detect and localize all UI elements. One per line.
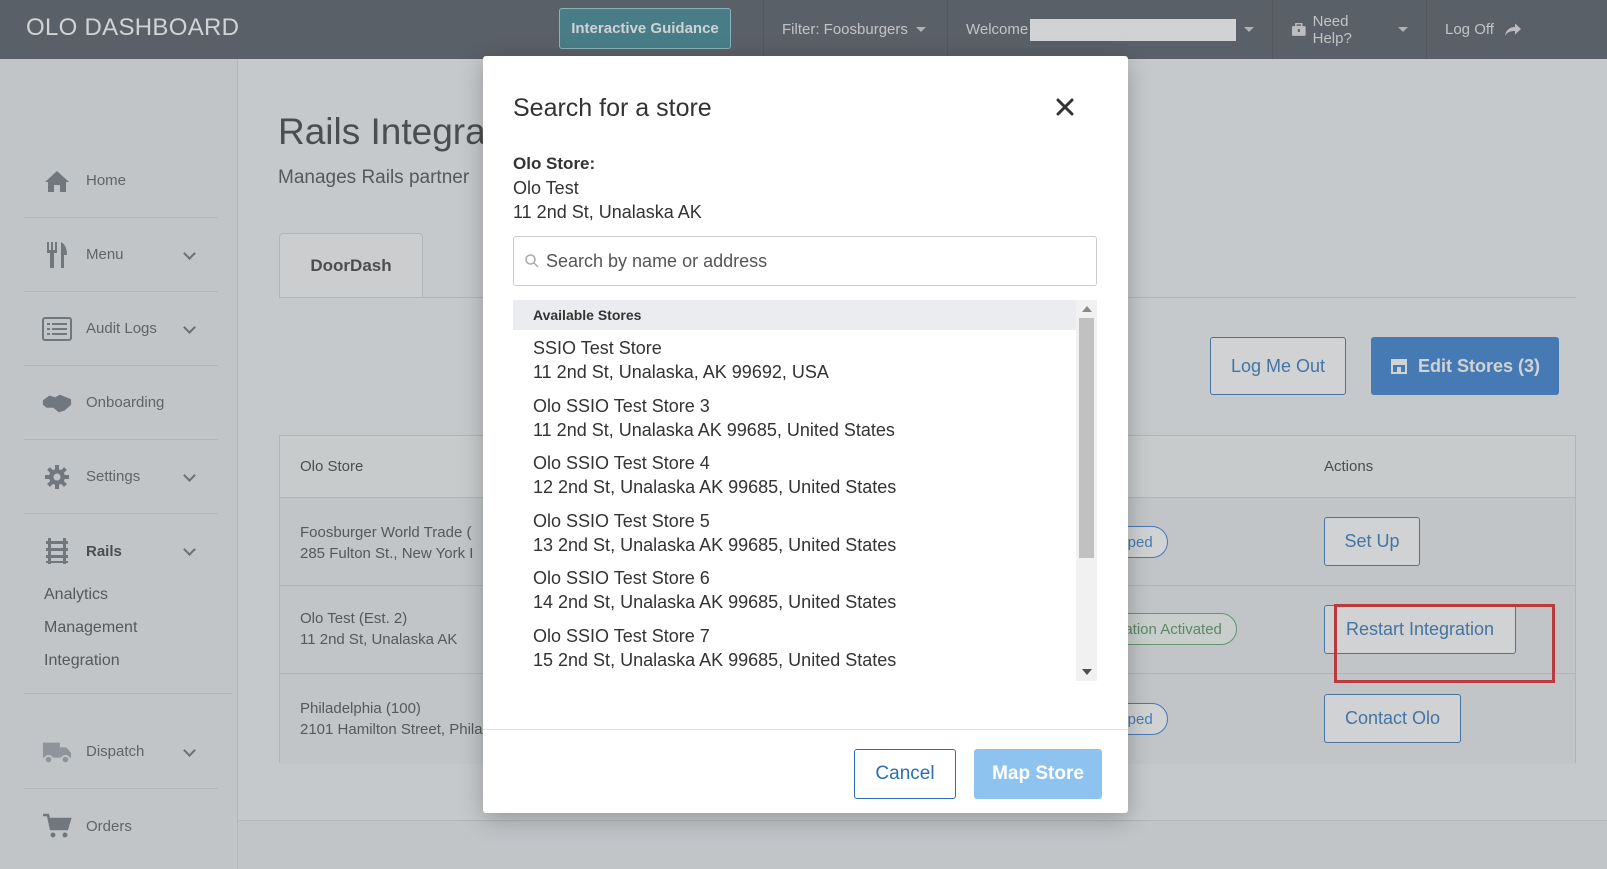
option-name: SSIO Test Store	[533, 338, 662, 358]
store-search-box[interactable]	[513, 236, 1097, 286]
available-stores-list[interactable]: Available Stores SSIO Test Store 11 2nd …	[513, 300, 1097, 681]
list-item[interactable]: Olo SSIO Test Store 4 12 2nd St, Unalask…	[533, 451, 896, 499]
list-item[interactable]: Olo SSIO Test Store 6 14 2nd St, Unalask…	[533, 566, 896, 614]
option-address: 12 2nd St, Unalaska AK 99685, United Sta…	[533, 477, 897, 497]
search-input[interactable]	[546, 250, 1076, 272]
list-header: Available Stores	[513, 300, 1076, 330]
option-address: 13 2nd St, Unalaska AK 99685, United Sta…	[533, 535, 897, 555]
list-item[interactable]: SSIO Test Store 11 2nd St, Unalaska, AK …	[533, 336, 829, 384]
option-name: Olo SSIO Test Store 5	[533, 511, 710, 531]
option-address: 15 2nd St, Unalaska AK 99685, United Sta…	[533, 650, 897, 670]
option-name: Olo SSIO Test Store 3	[533, 396, 710, 416]
option-address: 11 2nd St, Unalaska AK 99685, United Sta…	[533, 420, 895, 440]
option-address: 11 2nd St, Unalaska, AK 99692, USA	[533, 362, 829, 382]
list-item[interactable]: Olo SSIO Test Store 7 15 2nd St, Unalask…	[533, 624, 896, 672]
option-name: Olo SSIO Test Store 4	[533, 453, 710, 473]
close-icon[interactable]	[1051, 93, 1079, 121]
scrollbar-thumb[interactable]	[1079, 318, 1094, 558]
scroll-up-arrow-icon[interactable]	[1082, 306, 1092, 312]
option-name: Olo SSIO Test Store 7	[533, 626, 710, 646]
cancel-button[interactable]: Cancel	[854, 749, 956, 799]
map-store-button[interactable]: Map Store	[974, 749, 1102, 799]
olo-store-address: 11 2nd St, Unalaska AK	[513, 202, 702, 222]
list-scrollbar[interactable]	[1076, 300, 1097, 681]
list-item[interactable]: Olo SSIO Test Store 5 13 2nd St, Unalask…	[533, 509, 896, 557]
olo-store-label: Olo Store:	[513, 154, 596, 173]
olo-store-name: Olo Test	[513, 178, 579, 198]
modal-footer-divider	[483, 729, 1128, 730]
scroll-down-arrow-icon[interactable]	[1082, 669, 1092, 675]
option-address: 14 2nd St, Unalaska AK 99685, United Sta…	[533, 592, 897, 612]
search-icon	[525, 254, 539, 268]
option-name: Olo SSIO Test Store 6	[533, 568, 710, 588]
search-store-modal: Search for a store Olo Store: Olo Test 1…	[483, 56, 1128, 813]
modal-title: Search for a store	[513, 94, 712, 122]
list-item[interactable]: Olo SSIO Test Store 3 11 2nd St, Unalask…	[533, 394, 895, 442]
